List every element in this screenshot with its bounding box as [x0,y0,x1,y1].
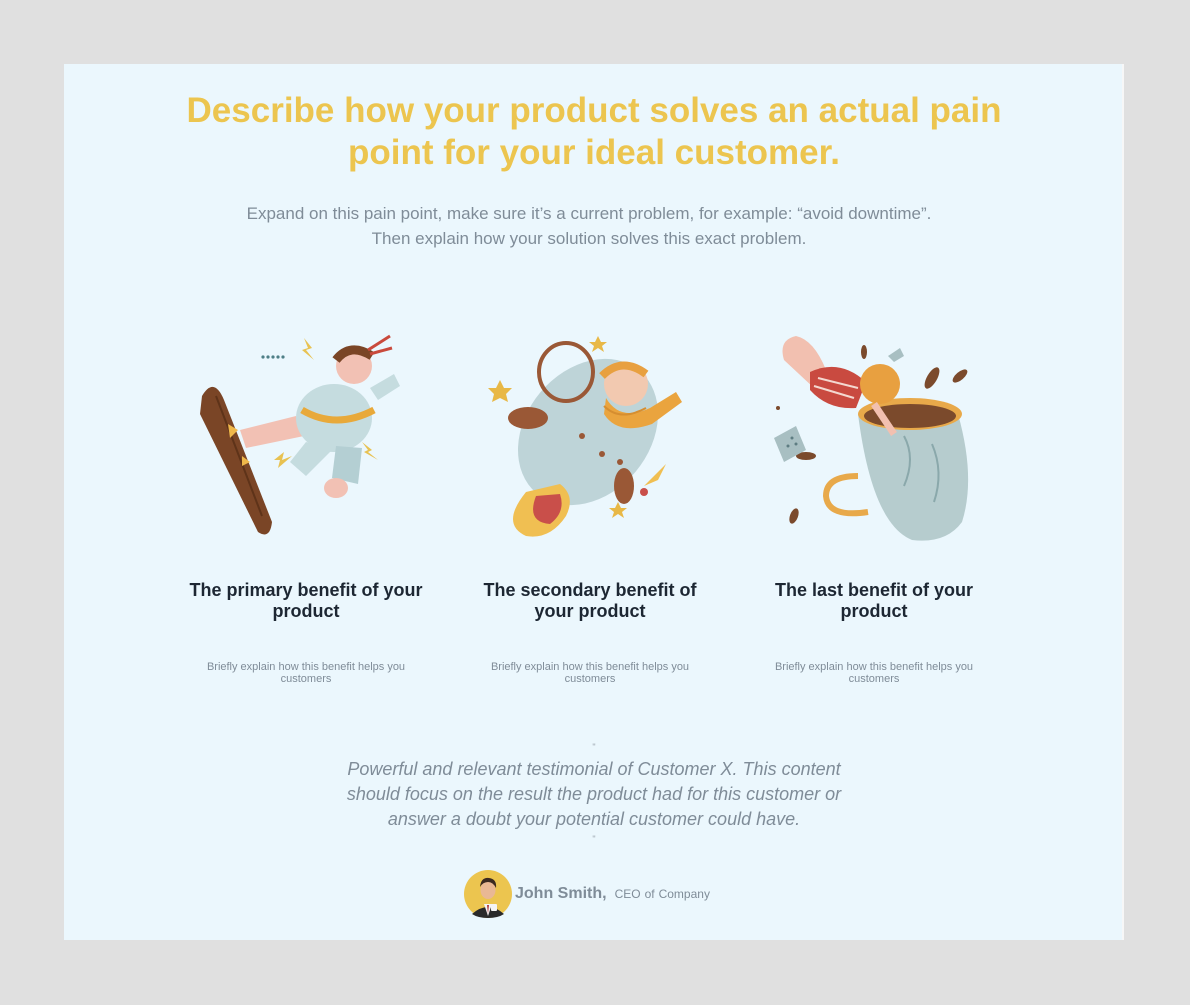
benefit-title: The last benefit of your product [774,580,974,621]
karate-kick-illustration [200,334,400,535]
avatar [464,870,512,918]
section-headline: Describe how your product solves an actu… [186,91,1002,172]
benefit-description: Briefly explain how this benefit helps y… [490,661,690,685]
benefit-card-primary: The primary benefit of your product Brie… [186,326,426,685]
quote-open-mark: " [592,742,596,752]
benefit-description: Briefly explain how this benefit helps y… [774,661,974,685]
quote-close-mark: " [592,834,596,844]
feature-section: Describe how your product solves an actu… [64,64,1124,940]
benefit-title: The primary benefit of your product [189,580,423,621]
author-role: CEO of Company [615,887,710,901]
section-subheadline: Expand on this pain point, make sure it’… [174,201,1004,251]
benefit-description: Briefly explain how this benefit helps y… [206,661,406,685]
coffee-cup-dive-illustration [774,336,969,541]
author-company: Company [658,887,710,901]
author-of: of [644,887,655,901]
author-name: John Smith, [515,885,607,902]
subheadline-line-2: Then explain how your solution solves th… [371,229,807,248]
testimonial-quote: Powerful and relevant testimonial of Cus… [346,759,842,829]
testimonial-author: John Smith, CEO of Company [464,870,710,918]
subheadline-line-1: Expand on this pain point, make sure it’… [246,204,932,223]
benefit-card-secondary: The secondary benefit of your product Br… [470,326,710,685]
author-title: CEO [614,887,641,901]
benefit-title: The secondary benefit of your product [483,580,697,621]
astronaut-rocket-illustration [488,336,682,537]
benefit-card-last: The last benefit of your product Briefly… [754,326,994,685]
